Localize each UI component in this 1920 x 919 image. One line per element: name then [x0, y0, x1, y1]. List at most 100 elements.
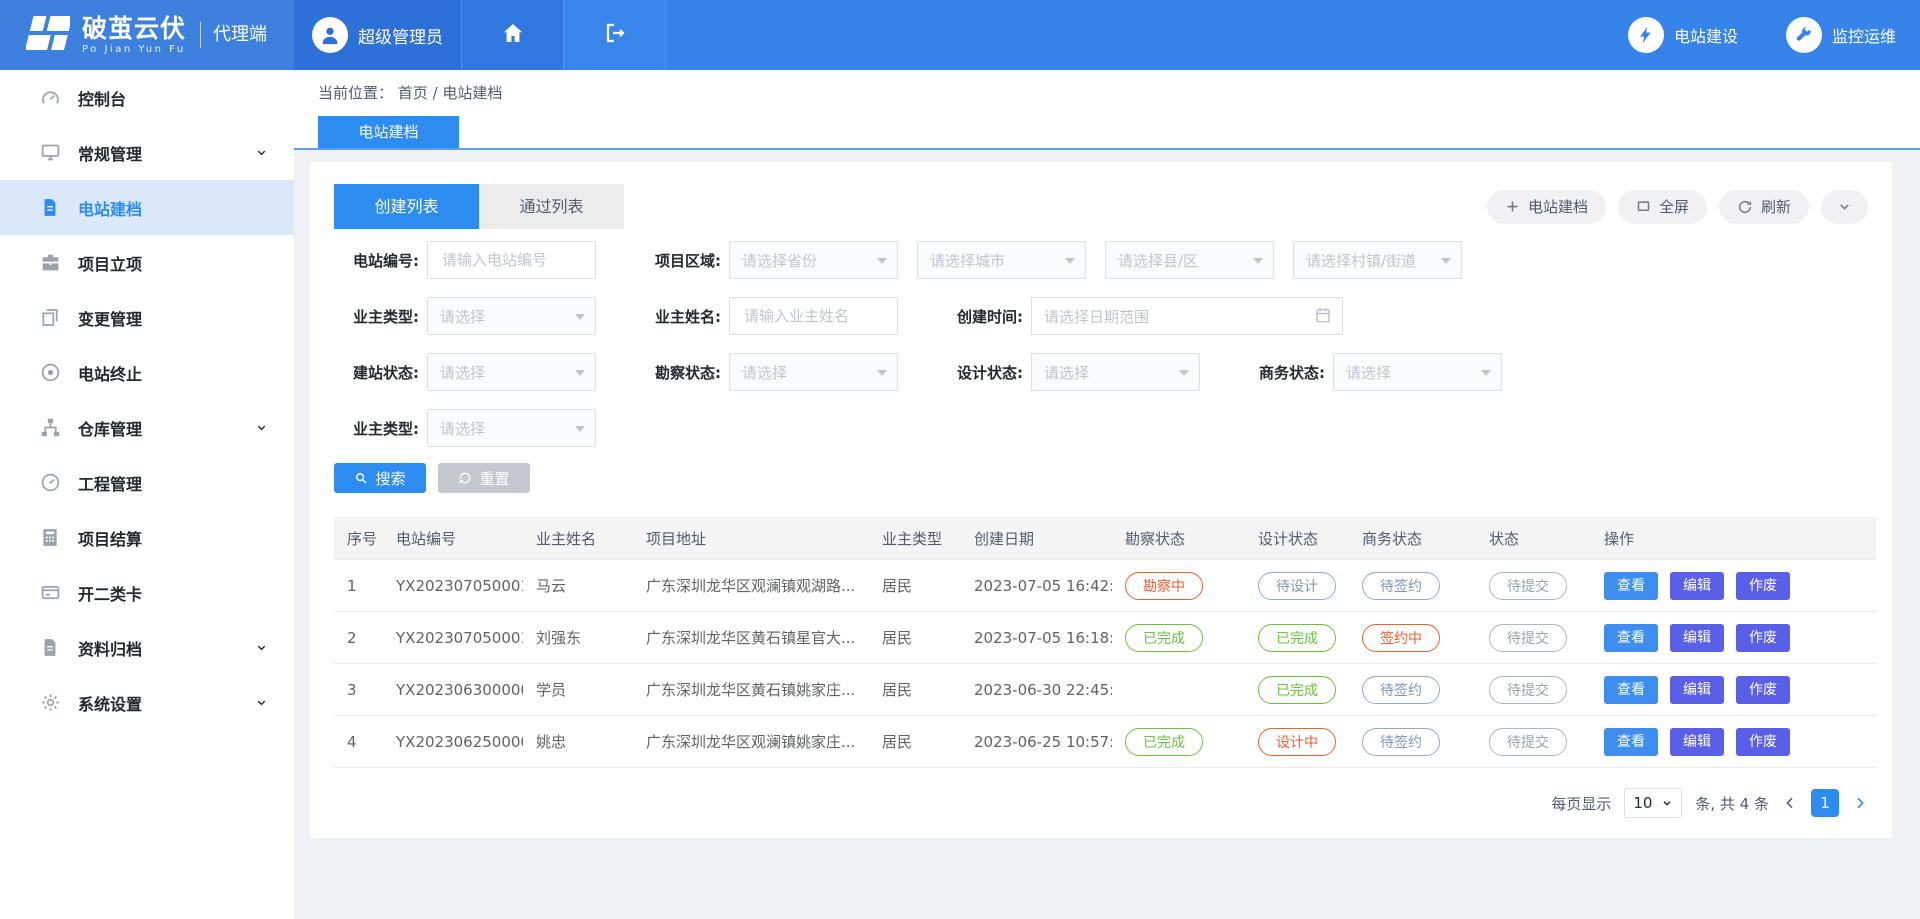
- sidebar-item-sitemap[interactable]: 仓库管理: [0, 400, 294, 455]
- edit-button[interactable]: 编辑: [1670, 676, 1724, 704]
- edit-button[interactable]: 编辑: [1670, 624, 1724, 652]
- logo-subtitle: Po Jian Yun Fu: [82, 44, 186, 55]
- breadcrumb-path[interactable]: 首页 / 电站建档: [398, 84, 503, 102]
- filter-buttons: 搜索 重置: [334, 463, 1868, 493]
- edit-button[interactable]: 编辑: [1670, 728, 1724, 756]
- search-button[interactable]: 搜索: [334, 463, 426, 493]
- town-select-placeholder: 请选择村镇/街道: [1306, 250, 1416, 271]
- filter-row-4: 业主类型: 请选择: [334, 409, 1868, 447]
- nav-monitor-ops[interactable]: 监控运维: [1762, 0, 1920, 70]
- city-select-placeholder: 请选择城市: [930, 250, 1005, 271]
- filter-business-status: 商务状态: 请选择: [1240, 353, 1502, 391]
- table-header: 序号电站编号业主姓名项目地址业主类型创建日期勘察状态设计状态商务状态状态操作: [334, 517, 1876, 560]
- collapse-toolbar-button[interactable]: [1821, 190, 1868, 224]
- refresh-button[interactable]: 刷新: [1719, 190, 1809, 224]
- briefcase-icon: [40, 252, 62, 274]
- survey-status-badge-cell: 勘察中: [1112, 560, 1245, 612]
- sidebar-item-card[interactable]: 开二类卡: [0, 565, 294, 620]
- filter-owner-name: 业主姓名:: [636, 297, 898, 335]
- sidebar-item-label: 常规管理: [78, 141, 142, 165]
- per-page-label: 每页显示: [1551, 793, 1611, 814]
- next-page-button[interactable]: [1852, 795, 1868, 811]
- county-select[interactable]: 请选择县/区: [1105, 241, 1274, 279]
- tab-passed-list[interactable]: 通过列表: [479, 184, 624, 229]
- view-button[interactable]: 查看: [1604, 624, 1658, 652]
- owner-name-input[interactable]: [742, 306, 885, 326]
- sidebar-item-briefcase[interactable]: 项目立项: [0, 235, 294, 290]
- business-status-badge-cell: 待签约: [1349, 560, 1476, 612]
- view-button[interactable]: 查看: [1604, 572, 1658, 600]
- logout-button[interactable]: [563, 0, 666, 70]
- cell-index: 2: [334, 612, 383, 664]
- fullscreen-button[interactable]: 全屏: [1618, 190, 1707, 224]
- toolbar: 电站建档 全屏 刷新: [1487, 190, 1868, 224]
- prev-page-button[interactable]: [1782, 795, 1798, 811]
- current-page-button[interactable]: 1: [1811, 789, 1839, 817]
- select-arrow-icon: [1441, 258, 1451, 264]
- owner-type-select[interactable]: 请选择: [427, 297, 596, 335]
- cell-actions: 查看编辑作废: [1591, 716, 1876, 768]
- province-select-placeholder: 请选择省份: [742, 250, 817, 271]
- station-no-input[interactable]: [440, 250, 583, 270]
- select-arrow-icon: [1179, 370, 1189, 376]
- select-arrow-icon: [1065, 258, 1075, 264]
- build-status-placeholder: 请选择: [440, 362, 485, 383]
- void-button[interactable]: 作废: [1736, 624, 1790, 652]
- cell-actions: 查看编辑作废: [1591, 612, 1876, 664]
- town-select[interactable]: 请选择村镇/街道: [1293, 241, 1462, 279]
- plus-icon: [1505, 199, 1520, 214]
- business-status-badge-cell: 待签约: [1349, 716, 1476, 768]
- home-button[interactable]: [461, 0, 563, 70]
- view-button[interactable]: 查看: [1604, 676, 1658, 704]
- design-status-badge-cell: 已完成: [1245, 664, 1349, 716]
- fullscreen-icon: [1636, 199, 1651, 214]
- sidebar-item-pages[interactable]: 变更管理: [0, 290, 294, 345]
- refresh-label: 刷新: [1761, 196, 1791, 217]
- sidebar-item-document[interactable]: 电站建档: [0, 180, 294, 235]
- city-select[interactable]: 请选择城市: [917, 241, 1086, 279]
- sidebar-item-monitor[interactable]: 常规管理: [0, 125, 294, 180]
- sidebar-item-target[interactable]: 电站终止: [0, 345, 294, 400]
- table-body: 1YX2023070500011马云广东深圳龙华区观澜镇观湖路...居民2023…: [334, 560, 1876, 768]
- sidebar-item-gauge[interactable]: 工程管理: [0, 455, 294, 510]
- page-size-select[interactable]: 10: [1624, 788, 1682, 818]
- design-status-select[interactable]: 请选择: [1031, 353, 1200, 391]
- nav-station-build-label: 电站建设: [1674, 23, 1738, 47]
- sidebar-item-calculator[interactable]: 项目结算: [0, 510, 294, 565]
- business-status-select[interactable]: 请选择: [1333, 353, 1502, 391]
- card-head: 创建列表 通过列表 电站建档 全屏 刷新: [334, 184, 1868, 229]
- survey-status-select[interactable]: 请选择: [729, 353, 898, 391]
- owner-type2-select[interactable]: 请选择: [427, 409, 596, 447]
- sidebar-item-archive[interactable]: 资料归档: [0, 620, 294, 675]
- page-tab-station-archive[interactable]: 电站建档: [318, 116, 459, 148]
- chevron-down-icon: [1837, 199, 1852, 214]
- tab-create-list[interactable]: 创建列表: [334, 184, 479, 229]
- sidebar-item-dashboard[interactable]: 控制台: [0, 70, 294, 125]
- nav-station-build[interactable]: 电站建设: [1604, 0, 1762, 70]
- date-range-picker[interactable]: 请选择日期范围: [1031, 297, 1343, 335]
- void-button[interactable]: 作废: [1736, 572, 1790, 600]
- void-button[interactable]: 作废: [1736, 728, 1790, 756]
- build-status-select[interactable]: 请选择: [427, 353, 596, 391]
- filter-build-status: 建站状态: 请选择: [334, 353, 596, 391]
- filter-survey-status: 勘察状态: 请选择: [636, 353, 898, 391]
- user-menu[interactable]: 超级管理员: [294, 0, 461, 70]
- view-button[interactable]: 查看: [1604, 728, 1658, 756]
- province-select[interactable]: 请选择省份: [729, 241, 898, 279]
- county-select-placeholder: 请选择县/区: [1118, 250, 1198, 271]
- cell-address: 广东深圳龙华区观澜镇姚家庄...: [633, 716, 869, 768]
- target-icon: [40, 362, 62, 384]
- cell-owner-type: 居民: [869, 664, 961, 716]
- date-range-placeholder: 请选择日期范围: [1044, 306, 1149, 327]
- add-station-button[interactable]: 电站建档: [1487, 190, 1606, 224]
- cell-actions: 查看编辑作废: [1591, 560, 1876, 612]
- reset-button[interactable]: 重置: [438, 463, 530, 493]
- edit-button[interactable]: 编辑: [1670, 572, 1724, 600]
- filter-design-status: 设计状态: 请选择: [938, 353, 1200, 391]
- owner-type-placeholder: 请选择: [440, 306, 485, 327]
- logo: 破茧云伏 Po Jian Yun Fu 代理端: [0, 0, 294, 70]
- sidebar-item-gear[interactable]: 系统设置: [0, 675, 294, 730]
- owner-type-label: 业主类型:: [334, 306, 419, 327]
- select-arrow-icon: [575, 370, 585, 376]
- void-button[interactable]: 作废: [1736, 676, 1790, 704]
